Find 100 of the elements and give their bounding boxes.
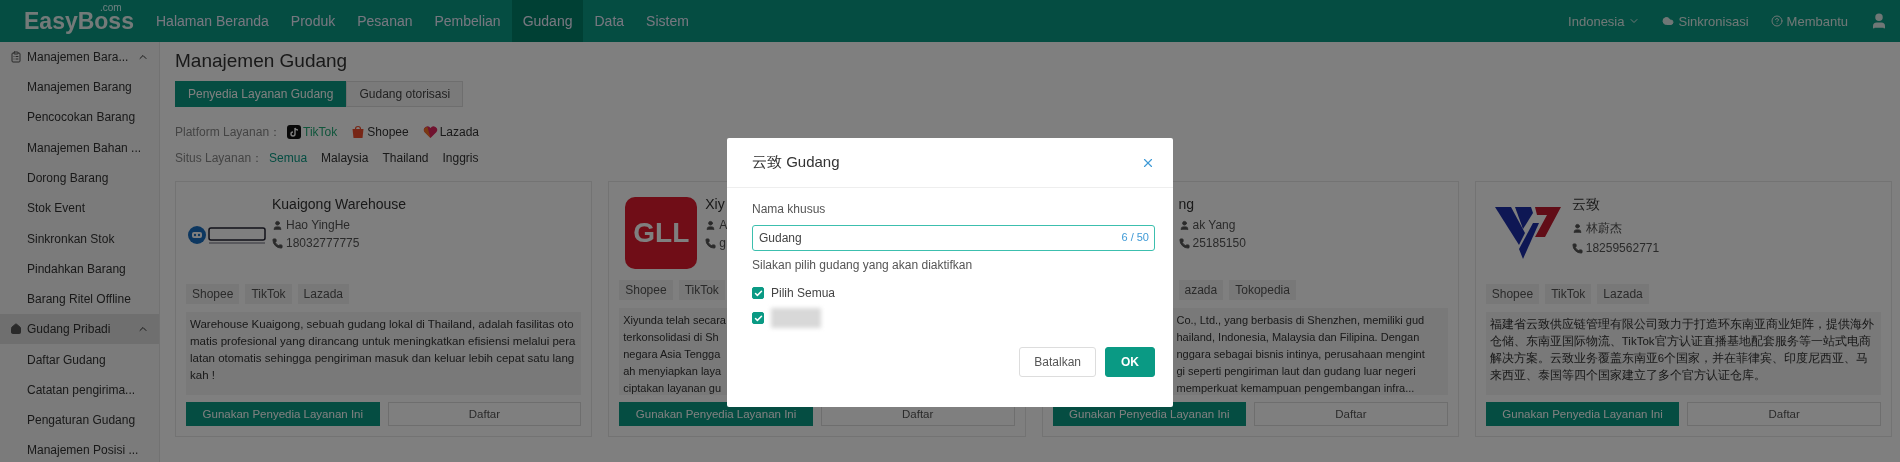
user-icon xyxy=(272,219,283,231)
platform-tag: Lazada xyxy=(297,283,349,304)
filter-label: Situs Layanan： xyxy=(175,149,264,167)
logo: GLL xyxy=(625,197,698,269)
nav-item[interactable]: Gudang xyxy=(511,0,584,42)
list-button[interactable]: Daftar xyxy=(387,402,582,426)
ok-button[interactable]: OK xyxy=(1105,347,1155,377)
site-option[interactable]: Thailand xyxy=(382,151,429,165)
platform-tag: TikTok xyxy=(678,280,725,300)
description: Warehouse Kuaigong, sebuah gudang lokal di Thailand, adalah fasilitas otomatis profesional yang dirancang untuk meningkatkan efisiensi melalui peralatan otomatis sehingga pengiriman masuk dan keluar lebih cepat satu langkah ! xyxy=(186,311,582,395)
page-title: Manajemen Gudang xyxy=(175,50,349,73)
platform-tag: Shopee xyxy=(1485,283,1540,304)
site-option[interactable]: Malaysia xyxy=(321,151,369,165)
list-button[interactable]: Daftar xyxy=(1687,402,1881,426)
sidebar-item[interactable]: Pencocokan Barang xyxy=(0,102,159,133)
description-line: ah menyiapkan laya xyxy=(623,364,722,379)
contact-name: Hao YingHe xyxy=(286,218,351,232)
sidebar-item[interactable]: Manajemen Barang xyxy=(0,72,159,103)
help-icon xyxy=(1770,15,1783,27)
sidebar-item[interactable]: Manajemen Posisi ... xyxy=(0,435,159,462)
phone-icon xyxy=(1571,242,1583,254)
platform-option[interactable]: Shopee xyxy=(367,125,409,139)
platform-tag: TikTok xyxy=(245,283,292,304)
phone-number: 25185150 xyxy=(1192,236,1246,250)
sidebar-section[interactable]: Gudang Pribadi xyxy=(0,314,159,345)
platform-tag: TikTok xyxy=(1545,283,1592,304)
description-line: Co., Ltd., yang berbasis di Shenzhen, memiliki gud xyxy=(1176,313,1425,328)
contact-name: ak Yang xyxy=(1192,218,1236,232)
contact-name: 林蔚杰 xyxy=(1585,220,1622,237)
platform-tag: Tokopedia xyxy=(1229,280,1296,300)
checkbox-label: Pilih Semua xyxy=(771,286,836,300)
clipboard-icon xyxy=(10,51,22,63)
nav-item[interactable]: Produk xyxy=(279,0,347,42)
phone-number: 18032777775 xyxy=(286,236,360,250)
checkbox[interactable] xyxy=(752,312,764,324)
user-icon xyxy=(1178,219,1190,231)
sidebar-item[interactable]: Pengaturan Gudang xyxy=(0,404,159,436)
platform-option[interactable]: Lazada xyxy=(439,125,480,139)
description-line: ciptakan layanan gu xyxy=(623,381,722,396)
description-line: gi seperti pengiriman laut dan gudang luar negeri xyxy=(1176,364,1416,379)
character-counter: 6 / 50 xyxy=(1121,231,1149,243)
nav-item[interactable]: Pembelian xyxy=(423,0,512,42)
site-option[interactable]: Semua xyxy=(269,151,308,165)
sync-link[interactable]: Sinkronisasi xyxy=(1678,13,1749,29)
sidebar-item[interactable]: Catatan pengirima... xyxy=(0,374,159,405)
description-line: Xiyunda telah secara xyxy=(623,313,726,328)
sidebar-item[interactable]: Pindahkan Barang xyxy=(0,253,159,285)
house-icon xyxy=(10,323,22,336)
description: 福建省云致供应链管理有限公司致力于打造环东南亚商业矩阵，提供海外仓储、东南亚国际物流、TikTok官方认证直播基地配套服务等一站式电商解决方案。云致业务覆盖东南亚6个国家，并在菲律宾、印度尼西亚、马来西亚、泰国等四个国家建立了多个官方认证仓库。 xyxy=(1485,311,1881,395)
sidebar-item[interactable]: Stok Event xyxy=(0,193,159,224)
user-icon xyxy=(705,219,717,231)
description-line: terkonsolidasi di Sh xyxy=(623,330,719,345)
blurred-label xyxy=(771,308,821,328)
filter-label: Platform Layanan： xyxy=(175,123,282,141)
description-line: memperkuat kemampuan pengembangan infra... xyxy=(1176,381,1415,396)
cancel-button[interactable]: Batalkan xyxy=(1019,347,1096,377)
field-label: Nama khusus xyxy=(752,202,827,216)
warehouse-name: Kuaigong Warehouse xyxy=(272,196,407,212)
dialog-title: 云致 Gudang xyxy=(752,153,840,172)
platform-tag: Shopee xyxy=(186,283,240,304)
nav-item[interactable]: Halaman Beranda xyxy=(145,0,280,42)
phone-icon xyxy=(705,237,717,249)
list-button[interactable]: Daftar xyxy=(1254,402,1448,426)
platform-tag: Shopee xyxy=(619,280,673,300)
phone-number: g xyxy=(719,236,726,250)
cloud-icon xyxy=(1662,15,1675,27)
platform-option[interactable]: TikTok xyxy=(303,125,338,139)
heart-icon xyxy=(422,125,438,139)
platform-tag: azada xyxy=(1178,280,1224,300)
site-option[interactable]: Inggris xyxy=(442,151,479,165)
phone-icon xyxy=(272,237,283,249)
hint-text: Silakan pilih gudang yang akan diaktifkan xyxy=(752,258,974,272)
language-dropdown[interactable]: Indonesia xyxy=(1568,13,1641,29)
nav-item[interactable]: Data xyxy=(583,0,636,42)
tab[interactable]: Penyedia Layanan Gudang xyxy=(175,81,347,107)
user-avatar-icon[interactable] xyxy=(1870,12,1888,30)
user-icon xyxy=(1571,223,1583,234)
sidebar-item[interactable]: Dorong Barang xyxy=(0,162,159,194)
tab[interactable]: Gudang otorisasi xyxy=(346,81,464,107)
platform-tag: Lazada xyxy=(1597,283,1649,304)
bag-icon xyxy=(351,125,366,139)
help-link[interactable]: Membantu xyxy=(1786,13,1848,29)
warehouse-name: Xiy xyxy=(705,196,726,212)
music-note-icon xyxy=(287,125,302,139)
description-line: hailand, Indonesia, Malaysia dan Filipina. Dengan xyxy=(1176,330,1420,345)
sidebar-item[interactable]: Sinkronkan Stok xyxy=(0,223,159,254)
nav-item[interactable]: Sistem xyxy=(635,0,700,42)
nav-item[interactable]: Pesanan xyxy=(346,0,424,42)
phone-icon xyxy=(1178,237,1190,249)
sidebar-item[interactable]: Manajemen Bahan ... xyxy=(0,132,159,163)
sidebar-item[interactable]: Daftar Gudang xyxy=(0,344,159,375)
use-provider-button[interactable]: Gunakan Penyedia Layanan Ini xyxy=(186,402,380,426)
warehouse-name: 云致 xyxy=(1571,196,1601,214)
contact-name: A xyxy=(719,218,728,232)
warehouse-name: ng xyxy=(1178,196,1196,212)
checkbox[interactable] xyxy=(752,287,764,299)
phone-number: 18259562771 xyxy=(1585,241,1660,255)
use-provider-button[interactable]: Gunakan Penyedia Layanan Ini xyxy=(1485,402,1680,426)
description-line: negara Asia Tengga xyxy=(623,347,721,362)
description-line: nggara sebagai bisnis intinya, perusahaan mengint xyxy=(1176,347,1425,362)
